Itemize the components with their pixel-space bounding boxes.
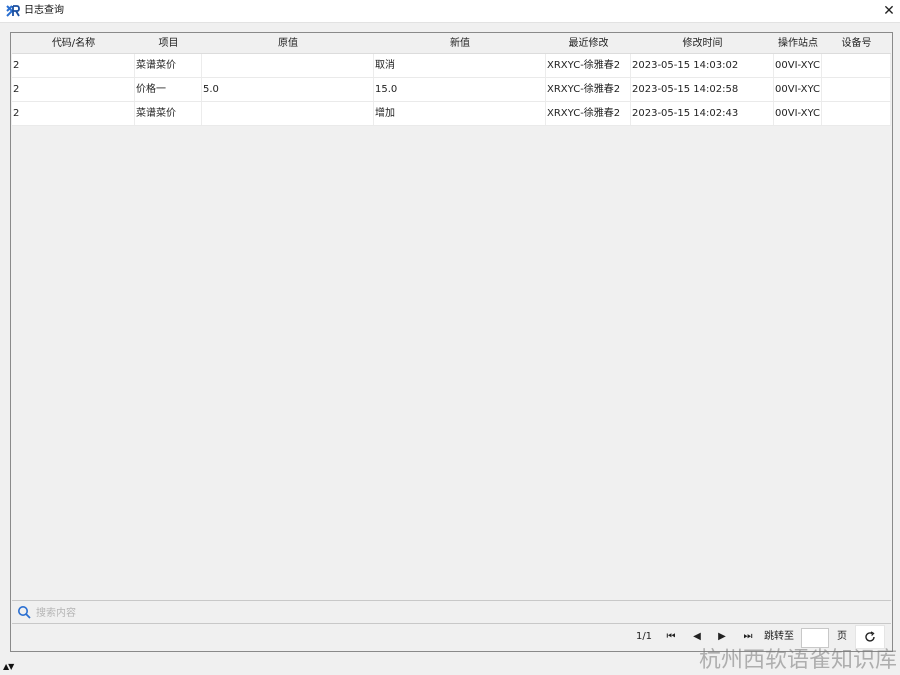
cell-new-value[interactable]: 15.0 <box>374 78 546 101</box>
close-icon[interactable]: ✕ <box>883 3 895 19</box>
cell-new-value[interactable]: 增加 <box>374 102 546 125</box>
page-info: 1/1 <box>635 631 653 642</box>
search-bar <box>12 601 891 624</box>
window-title: 日志查询 <box>24 5 64 16</box>
column-header-new-value[interactable]: 新值 <box>374 34 546 53</box>
cell-item[interactable]: 菜谱菜价 <box>135 102 202 125</box>
grid-header: 代码/名称 项目 原值 新值 最近修改 修改时间 操作站点 设备号 <box>12 34 891 54</box>
column-header-old-value[interactable]: 原值 <box>202 34 374 53</box>
cell-code-name[interactable]: 2 <box>12 78 135 101</box>
collapse-toggle-icon[interactable]: ▲▼ <box>3 662 14 671</box>
cell-modified-time[interactable]: 2023-05-15 14:02:43 <box>631 102 774 125</box>
log-grid: 代码/名称 项目 原值 新值 最近修改 修改时间 操作站点 设备号 2 菜谱菜价… <box>12 34 891 601</box>
search-icon <box>18 606 31 619</box>
column-header-device-no[interactable]: 设备号 <box>822 34 891 53</box>
cell-last-modified-by[interactable]: XRXYC-徐雅春2 <box>546 102 631 125</box>
close-button[interactable]: ✕ <box>878 0 900 22</box>
cell-station[interactable]: 00VI-XYC <box>774 102 822 125</box>
cell-old-value[interactable] <box>202 54 374 77</box>
search-input[interactable] <box>34 603 438 623</box>
column-header-code-name[interactable]: 代码/名称 <box>12 34 135 53</box>
cell-new-value[interactable]: 取消 <box>374 54 546 77</box>
cell-last-modified-by[interactable]: XRXYC-徐雅春2 <box>546 54 631 77</box>
first-page-icon[interactable]: ⏮ <box>662 624 680 650</box>
table-row[interactable]: 2 价格一 5.0 15.0 XRXYC-徐雅春2 2023-05-15 14:… <box>12 78 891 102</box>
cell-code-name[interactable]: 2 <box>12 54 135 77</box>
cell-modified-time[interactable]: 2023-05-15 14:02:58 <box>631 78 774 101</box>
grid-body: 2 菜谱菜价 取消 XRXYC-徐雅春2 2023-05-15 14:03:02… <box>12 54 891 126</box>
cell-device-no[interactable] <box>822 78 891 101</box>
xr-logo-icon <box>6 5 20 17</box>
cell-station[interactable]: 00VI-XYC <box>774 54 822 77</box>
table-row[interactable]: 2 菜谱菜价 取消 XRXYC-徐雅春2 2023-05-15 14:03:02… <box>12 54 891 78</box>
table-row[interactable]: 2 菜谱菜价 增加 XRXYC-徐雅春2 2023-05-15 14:02:43… <box>12 102 891 126</box>
cell-device-no[interactable] <box>822 54 891 77</box>
cell-old-value[interactable]: 5.0 <box>202 78 374 101</box>
title-bar: 日志查询 ✕ <box>0 0 900 23</box>
column-header-station[interactable]: 操作站点 <box>774 34 822 53</box>
cell-old-value[interactable] <box>202 102 374 125</box>
cell-item[interactable]: 菜谱菜价 <box>135 54 202 77</box>
cell-code-name[interactable]: 2 <box>12 102 135 125</box>
column-header-last-modified-by[interactable]: 最近修改 <box>546 34 631 53</box>
column-header-modified-time[interactable]: 修改时间 <box>631 34 774 53</box>
cell-device-no[interactable] <box>822 102 891 125</box>
cell-station[interactable]: 00VI-XYC <box>774 78 822 101</box>
cell-modified-time[interactable]: 2023-05-15 14:03:02 <box>631 54 774 77</box>
content-frame: 代码/名称 项目 原值 新值 最近修改 修改时间 操作站点 设备号 2 菜谱菜价… <box>10 32 893 652</box>
log-query-window: 日志查询 ✕ 代码/名称 项目 原值 新值 最近修改 修改时间 操作站点 设备号… <box>0 0 900 675</box>
column-header-item[interactable]: 项目 <box>135 34 202 53</box>
cell-item[interactable]: 价格一 <box>135 78 202 101</box>
cell-last-modified-by[interactable]: XRXYC-徐雅春2 <box>546 78 631 101</box>
watermark: 杭州西软语雀知识库 <box>698 648 897 673</box>
